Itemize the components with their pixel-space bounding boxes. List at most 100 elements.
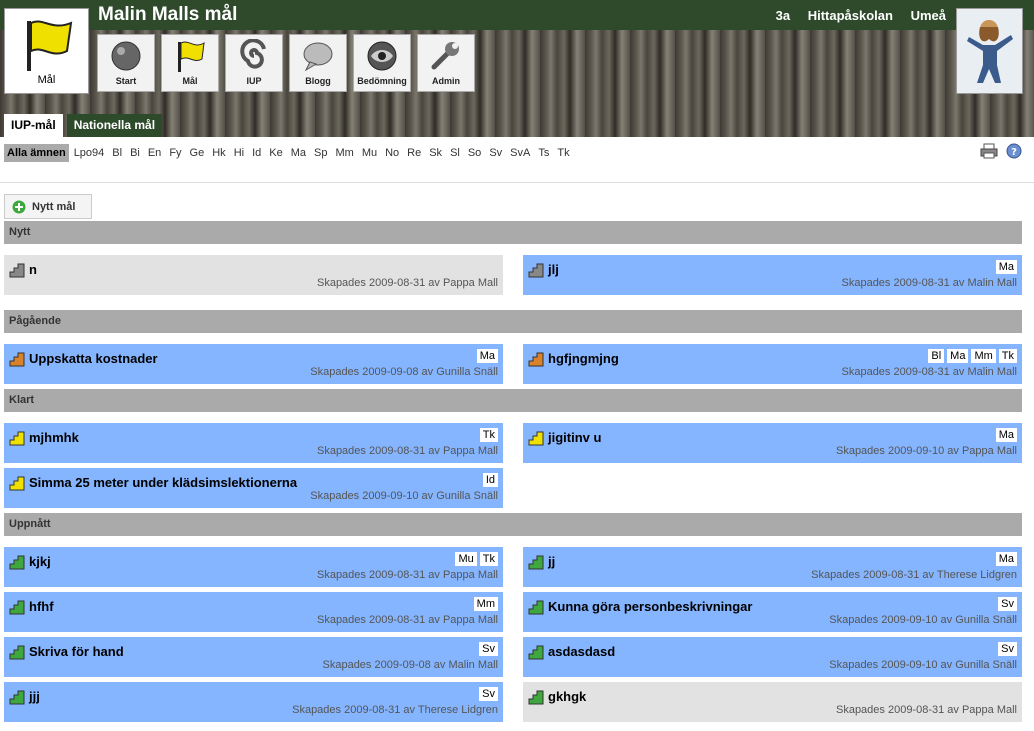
goal-title[interactable]: kjkj [29,554,51,569]
subject-tag: Ma [995,552,1017,566]
goal-title[interactable]: jlj [548,262,559,277]
page-title: Malin Malls mål [98,4,238,25]
subject-filter-item[interactable]: Ke [266,144,285,162]
tab-bar: IUP-mål Nationella mål [4,114,163,137]
print-icon[interactable] [980,143,998,159]
subject-tag: Mu [455,552,477,566]
goal-meta: Skapades 2009-08-31 av Malin Mall [841,366,1018,378]
subject-filter-item[interactable]: Lpo94 [71,144,108,162]
flag-icon [26,20,72,71]
goal-card[interactable]: jj Skapades 2009-08-31 av Therese Lidgren… [523,547,1022,587]
goal-card[interactable]: mjhmhk Skapades 2009-08-31 av Pappa Mall T… [4,423,503,463]
subject-filter-item[interactable]: Fy [166,144,184,162]
status-stairs-icon [528,645,544,660]
goal-tags: Mu Tk [455,552,498,566]
subject-tag: Ma [476,349,498,363]
section-header: Nytt [4,221,1022,244]
status-stairs-icon [528,431,544,446]
flag-icon [178,41,205,72]
subject-filter-item[interactable]: Sv [486,144,505,162]
goal-card[interactable]: jjj Skapades 2009-08-31 av Therese Lidgre… [4,682,503,722]
logo-label: Mål [37,74,56,86]
nav-start-button[interactable]: Start [97,34,155,92]
subject-filter-item[interactable]: Mu [359,144,380,162]
subject-filter-item[interactable]: Ma [288,144,309,162]
tab-nationella-mal[interactable]: Nationella mål [66,114,163,137]
goal-title[interactable]: asdasdasd [548,644,615,659]
section-header: Klart [4,389,1022,412]
status-stairs-icon [9,263,25,278]
subject-filter-item[interactable]: Ts [535,144,552,162]
avatar[interactable] [956,8,1023,94]
subject-filter: Alla ämnen Lpo94 Bl Bi En Fy Ge Hk Hi Id Ke Ma Sp Mm M… [4,144,575,162]
goal-title[interactable]: gkhgk [548,689,586,704]
goal-card[interactable]: asdasdasd Skapades 2009-09-10 av Gunilla … [523,637,1022,677]
nav-blogg-button[interactable]: Blogg [289,34,347,92]
section-logo: Mål [4,8,89,94]
subject-filter-item[interactable]: En [145,144,164,162]
goal-title[interactable]: hfhf [29,599,54,614]
goal-meta: Skapades 2009-08-31 av Pappa Mall [835,704,1017,716]
goal-card[interactable]: hgfjngmjng Skapades 2009-08-31 av Malin M… [523,344,1022,384]
goal-card[interactable]: Skriva för hand Skapades 2009-09-08 av Ma… [4,637,503,677]
subject-filter-item[interactable]: SvA [507,144,533,162]
subject-filter-item[interactable]: Sk [426,144,445,162]
subject-tag: Tk [479,552,498,566]
goal-card[interactable]: jlj Skapades 2009-08-31 av Malin Mall Ma [523,255,1022,295]
goal-card[interactable]: gkhgk Skapades 2009-08-31 av Pappa Mall [523,682,1022,722]
user-info: 3a Hittapåskolan Umeå [762,8,946,23]
subject-filter-item[interactable]: Ge [187,144,208,162]
goal-title[interactable]: hgfjngmjng [548,351,619,366]
goal-card[interactable]: hfhf Skapades 2009-08-31 av Pappa Mall Mm [4,592,503,632]
nav-mal-button[interactable]: Mål [161,34,219,92]
subject-filter-item[interactable]: Bl [109,144,125,162]
status-stairs-icon [528,352,544,367]
goal-meta: Skapades 2009-08-31 av Pappa Mall [316,614,498,626]
tab-iup-mal[interactable]: IUP-mål [4,114,63,137]
goal-meta: Skapades 2009-08-31 av Malin Mall [841,277,1018,289]
goal-tags: Id [482,473,498,487]
subject-filter-item[interactable]: Bi [127,144,143,162]
nav-iup-button[interactable]: IUP [225,34,283,92]
subject-filter-item[interactable]: Sl [447,144,463,162]
subject-filter-item[interactable]: Alla ämnen [4,144,69,162]
goal-title[interactable]: n [29,262,37,277]
subject-filter-item[interactable]: Mm [332,144,356,162]
goal-title[interactable]: Kunna göra personbeskrivningar [548,599,752,614]
add-icon [12,200,26,213]
subject-filter-item[interactable]: No [382,144,402,162]
new-goal-button[interactable]: Nytt mål [4,194,92,219]
goal-card[interactable]: jigitinv u Skapades 2009-09-10 av Pappa M… [523,423,1022,463]
subject-filter-item[interactable]: Hi [231,144,247,162]
goal-title[interactable]: jjj [29,689,40,704]
section-header: Pågående [4,310,1022,333]
subject-filter-item[interactable]: Hk [209,144,228,162]
section-header: Uppnått [4,513,1022,536]
subject-tag: Sv [998,642,1017,656]
goal-title[interactable]: Skriva för hand [29,644,124,659]
subject-filter-item[interactable]: So [465,144,484,162]
subject-filter-item[interactable]: Sp [311,144,330,162]
nav-label: Start [115,76,137,86]
subject-filter-item[interactable]: Tk [554,144,572,162]
goal-card[interactable]: n Skapades 2009-08-31 av Pappa Mall [4,255,503,295]
nav-admin-button[interactable]: Admin [417,34,475,92]
goal-card[interactable]: Simma 25 meter under klädsimslektionerna… [4,468,503,508]
goal-title[interactable]: mjhmhk [29,430,79,445]
subject-tag: Sv [479,687,498,701]
goal-title[interactable]: Simma 25 meter under klädsimslektionerna [29,475,297,490]
goal-meta: Skapades 2009-09-10 av Gunilla Snäll [310,490,498,502]
goal-title[interactable]: Uppskatta kostnader [29,351,158,366]
subject-filter-item[interactable]: Id [249,144,264,162]
goal-card[interactable]: Kunna göra personbeskrivningar Skapades 2… [523,592,1022,632]
help-icon[interactable]: ? [1006,143,1022,159]
subject-filter-item[interactable]: Re [404,144,424,162]
goal-tags: Tk [479,428,498,442]
goal-card[interactable]: kjkj Skapades 2009-08-31 av Pappa Mall Mu T… [4,547,503,587]
goal-title[interactable]: jj [548,554,555,569]
goal-meta: Skapades 2009-09-08 av Malin Mall [322,659,499,671]
nav-bedomning-button[interactable]: Bedömning [353,34,411,92]
spiral-icon [240,38,266,69]
goal-card[interactable]: Uppskatta kostnader Skapades 2009-09-08 a… [4,344,503,384]
goal-title[interactable]: jigitinv u [548,430,601,445]
